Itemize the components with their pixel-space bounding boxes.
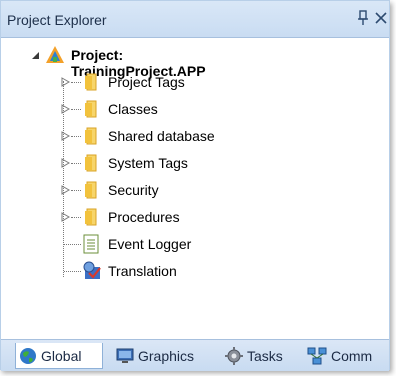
tree-item-project-tags[interactable]: Project Tags	[51, 69, 351, 95]
expand-triangle-icon[interactable]	[61, 104, 70, 114]
panel-titlebar: Project Explorer	[1, 1, 389, 38]
tab-tasks[interactable]: Tasks	[222, 343, 294, 369]
tree-item-label: Event Logger	[108, 236, 192, 252]
expand-triangle-icon[interactable]	[61, 158, 70, 168]
tree-branch-line	[71, 217, 81, 218]
tree-item-translation[interactable]: Translation	[51, 258, 351, 284]
translation-icon	[83, 261, 101, 279]
tab-comm[interactable]: Comm	[304, 343, 384, 369]
tree-branch-line	[71, 82, 81, 83]
panel-title: Project Explorer	[7, 12, 107, 28]
tree-item-label: Security	[108, 182, 159, 198]
gear-icon	[225, 347, 243, 365]
folder-icon	[85, 181, 97, 199]
expand-triangle-icon[interactable]	[61, 212, 70, 222]
expand-triangle-icon[interactable]	[61, 185, 70, 195]
tree-branch-line	[71, 190, 81, 191]
tab-label: Comm	[331, 348, 373, 364]
tree-item-event-logger[interactable]: Event Logger	[51, 231, 351, 257]
tree-item-security[interactable]: Security	[51, 177, 351, 203]
folder-icon	[85, 73, 97, 91]
project-tree: Project: TrainingProject.APP Project Tag…	[1, 39, 389, 329]
folder-icon	[85, 100, 97, 118]
tree-item-label: System Tags	[108, 155, 188, 171]
tree-branch-line	[71, 163, 81, 164]
tree-item-procedures[interactable]: Procedures	[51, 204, 351, 230]
tree-item-label: Classes	[108, 101, 158, 117]
tree-item-system-tags[interactable]: System Tags	[51, 150, 351, 176]
expand-triangle-icon[interactable]	[61, 131, 70, 141]
pin-icon[interactable]	[356, 10, 370, 26]
tree-item-classes[interactable]: Classes	[51, 96, 351, 122]
tree-item-shared-database[interactable]: Shared database	[51, 123, 351, 149]
tab-label: Graphics	[138, 348, 195, 364]
tree-item-label: Shared database	[108, 128, 215, 144]
close-icon[interactable]	[375, 11, 387, 25]
tab-global[interactable]: Global	[15, 343, 103, 369]
tree-branch-line	[64, 271, 81, 272]
tree-branch-line	[64, 244, 81, 245]
monitor-icon	[116, 348, 134, 363]
tree-branch-line	[71, 136, 81, 137]
tab-graphics[interactable]: Graphics	[113, 343, 211, 369]
collapse-triangle-icon[interactable]	[31, 51, 40, 60]
tree-item-label: Procedures	[108, 209, 180, 225]
tab-label: Tasks	[247, 348, 283, 364]
tab-label: Global	[41, 347, 82, 364]
globe-icon	[20, 347, 36, 364]
explorer-tab-strip: Global Graphics Tasks Comm	[1, 339, 389, 371]
tree-item-label: Project Tags	[108, 74, 185, 90]
project-explorer-panel: Project Explorer Project: TrainingProjec…	[0, 0, 390, 371]
tree-branch-line	[71, 109, 81, 110]
folder-icon	[85, 154, 97, 172]
network-icon	[307, 347, 327, 365]
folder-icon	[85, 208, 97, 226]
expand-triangle-icon[interactable]	[61, 77, 70, 87]
project-icon	[46, 46, 64, 63]
folder-icon	[85, 127, 97, 145]
tree-item-label: Translation	[108, 263, 177, 279]
document-list-icon	[83, 234, 99, 254]
